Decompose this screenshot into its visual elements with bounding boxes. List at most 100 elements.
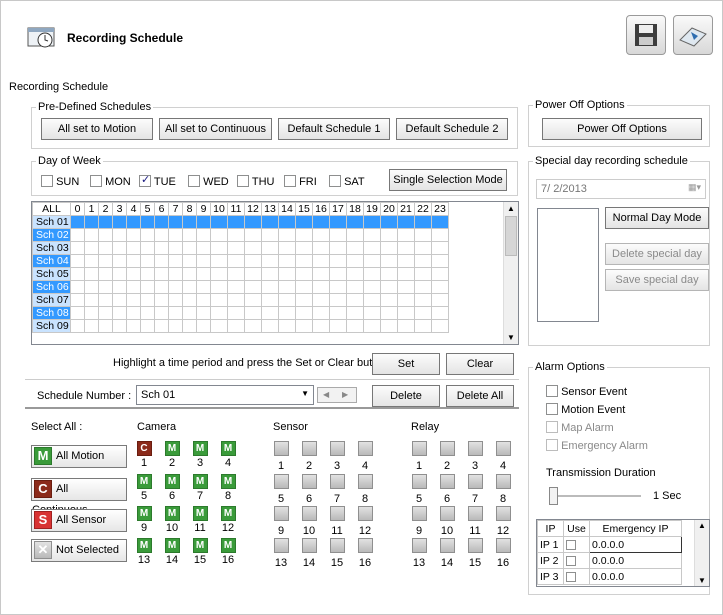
schedule-cell[interactable] [112,293,127,307]
schedule-cell[interactable] [329,280,347,294]
schedule-cell[interactable] [140,293,155,307]
schedule-cell[interactable] [261,215,279,229]
camera-state-icon[interactable]: M [192,538,208,553]
schedule-cell[interactable] [397,267,415,281]
camera-channel-2[interactable]: M2 [160,441,184,469]
table-row[interactable]: IP 3 0.0.0.0 [537,568,682,585]
schedule-cell[interactable] [346,267,364,281]
schedule-cell[interactable] [278,306,296,320]
schedule-cell[interactable] [312,254,330,268]
schedule-cell[interactable] [182,254,197,268]
schedule-cell[interactable] [182,306,197,320]
schedule-cell[interactable] [182,228,197,242]
relay-state-icon[interactable] [439,474,455,489]
scroll-down-icon[interactable]: ▼ [507,333,515,342]
checkbox-icon[interactable] [90,175,102,187]
schedule-cell[interactable] [295,306,313,320]
day-mon-checkbox[interactable]: MON [90,175,131,188]
schedule-cell[interactable] [182,215,197,229]
schedule-cell[interactable] [363,215,381,229]
relay-channel-11[interactable]: 11 [463,506,487,537]
schedule-cell[interactable] [380,319,398,333]
table-row[interactable]: IP 2 0.0.0.0 [537,552,682,569]
schedule-cell[interactable] [261,319,279,333]
relay-state-icon[interactable] [495,441,511,456]
schedule-cell[interactable] [295,228,313,242]
camera-state-icon[interactable]: M [164,474,180,489]
schedule-cell[interactable] [182,293,197,307]
schedule-cell[interactable] [363,280,381,294]
camera-channel-14[interactable]: M 14 [160,538,184,566]
relay-channel-14[interactable]: 14 [435,538,459,569]
schedule-row-header[interactable]: Sch 01 [32,215,71,229]
schedule-cell[interactable] [84,228,99,242]
schedule-cell[interactable] [414,241,432,255]
schedule-cell[interactable] [312,215,330,229]
schedule-cell[interactable] [84,280,99,294]
sensor-channel-15[interactable]: 15 [325,538,349,569]
schedule-cell[interactable] [397,306,415,320]
sensor-channel-1[interactable]: 1 [269,441,293,472]
table-row[interactable]: Sch 03 [32,241,449,255]
map-alarm-checkbox[interactable]: Map Alarm [546,421,614,434]
schedule-cell[interactable] [112,241,127,255]
schedule-cell[interactable] [70,306,85,320]
relay-state-icon[interactable] [411,538,427,553]
schedule-cell[interactable] [196,306,211,320]
schedule-cell[interactable] [414,293,432,307]
sensor-channel-11[interactable]: 11 [325,506,349,537]
schedule-cell[interactable] [329,228,347,242]
schedule-cell[interactable] [140,241,155,255]
sensor-channel-10[interactable]: 10 [297,506,321,537]
schedule-stepper[interactable]: ◀ ▶ [317,387,357,403]
all-motion-preset-button[interactable]: All set to Motion [41,118,153,140]
schedule-cell[interactable] [329,241,347,255]
camera-channel-1[interactable]: C1 [132,441,156,469]
schedule-cell[interactable] [380,254,398,268]
table-row[interactable]: Sch 04 [32,254,449,268]
schedule-cell[interactable] [182,319,197,333]
schedule-cell[interactable] [70,241,85,255]
schedule-cell[interactable] [312,228,330,242]
camera-state-icon[interactable]: M [220,474,236,489]
camera-state-icon[interactable]: M [164,441,180,456]
schedule-cell[interactable] [168,306,183,320]
schedule-cell[interactable] [210,215,228,229]
schedule-cell[interactable] [227,241,245,255]
schedule-cell[interactable] [154,319,169,333]
camera-channel-9[interactable]: M9 [132,506,156,534]
checkbox-icon[interactable] [546,439,558,451]
schedule-row-header[interactable]: Sch 07 [32,293,71,307]
camera-channel-8[interactable]: M8 [216,474,240,502]
schedule-cell[interactable] [98,280,113,294]
camera-channel-3[interactable]: M3 [188,441,212,469]
normal-day-mode-button[interactable]: Normal Day Mode [605,207,709,229]
relay-state-icon[interactable] [495,506,511,521]
day-sun-checkbox[interactable]: SUN [41,175,79,188]
all-continuous-preset-button[interactable]: All set to Continuous [159,118,272,140]
camera-state-icon[interactable]: M [192,441,208,456]
special-day-list[interactable] [537,208,599,322]
schedule-cell[interactable] [227,293,245,307]
relay-channel-15[interactable]: 15 [463,538,487,569]
table-row[interactable]: Sch 08 [32,306,449,320]
day-fri-checkbox[interactable]: FRI [284,175,317,188]
schedule-cell[interactable] [140,228,155,242]
hour-header[interactable]: 13 [261,202,279,216]
relay-channel-4[interactable]: 4 [491,441,515,472]
schedule-cell[interactable] [414,267,432,281]
schedule-cell[interactable] [329,267,347,281]
schedule-cell[interactable] [380,215,398,229]
emergency-ip-table[interactable]: IP Use Emergency IP IP 1 0.0.0.0 IP 2 0.… [536,519,710,587]
camera-state-icon[interactable]: M [164,506,180,521]
duration-slider-track[interactable] [549,495,641,497]
schedule-cell[interactable] [380,228,398,242]
schedule-cell[interactable] [261,241,279,255]
schedule-cell[interactable] [70,254,85,268]
schedule-cell[interactable] [140,319,155,333]
schedule-cell[interactable] [363,319,381,333]
schedule-row-header[interactable]: Sch 04 [32,254,71,268]
set-button[interactable]: Set [372,353,440,375]
schedule-cell[interactable] [154,241,169,255]
schedule-row-header[interactable]: Sch 06 [32,280,71,294]
